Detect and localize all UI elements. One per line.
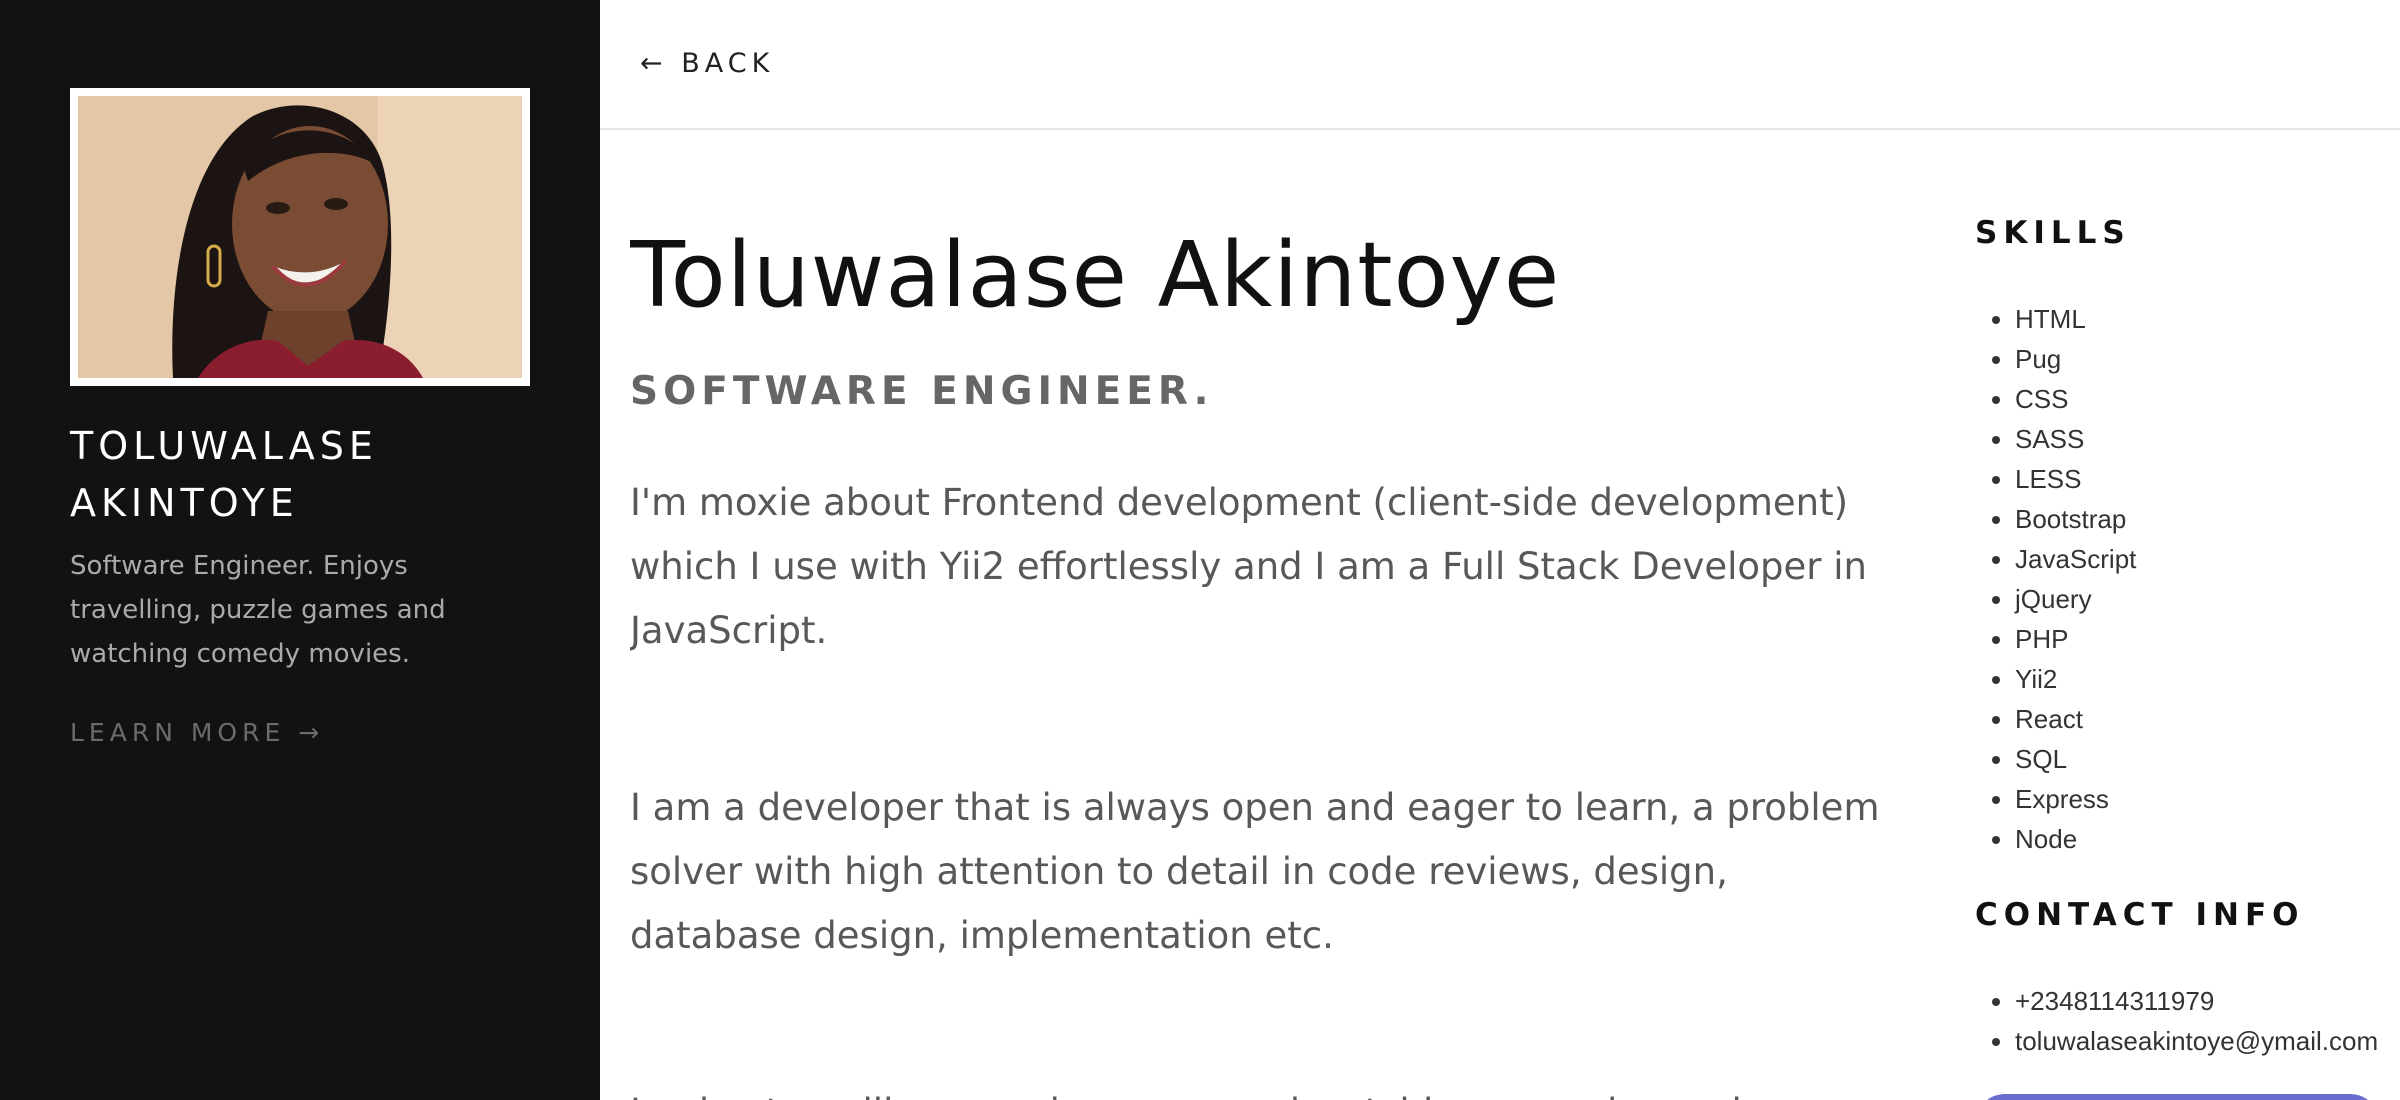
skill-item: Node bbox=[2015, 819, 2136, 859]
skill-item: PHP bbox=[2015, 619, 2136, 659]
avatar-frame bbox=[70, 88, 530, 386]
skill-item: Bootstrap bbox=[2015, 499, 2136, 539]
contact-heading: CONTACT INFO bbox=[1975, 897, 2305, 933]
learn-more-link[interactable]: LEARN MORE → bbox=[70, 718, 324, 747]
back-link[interactable]: ← BACK bbox=[640, 48, 774, 79]
about-paragraph: I am a developer that is always open and… bbox=[630, 786, 1880, 957]
skills-heading: SKILLS bbox=[1975, 215, 2131, 251]
sidebar-name: TOLUWALASE AKINTOYE bbox=[70, 418, 550, 532]
skill-item: Yii2 bbox=[2015, 659, 2136, 699]
skill-item: SQL bbox=[2015, 739, 2136, 779]
contact-email: toluwalaseakintoye@ymail.com bbox=[2015, 1021, 2378, 1061]
sidebar-name-line1: TOLUWALASE bbox=[70, 424, 378, 468]
skill-item: SASS bbox=[2015, 419, 2136, 459]
hobbies-paragraph: I enjoy travelling, puzzle games and wat… bbox=[630, 1081, 1905, 1100]
skill-item: Express bbox=[2015, 779, 2136, 819]
skill-item: Pug bbox=[2015, 339, 2136, 379]
skills-list: HTML Pug CSS SASS LESS Bootstrap JavaScr… bbox=[1975, 299, 2136, 859]
job-title: SOFTWARE ENGINEER. bbox=[630, 369, 1214, 414]
contact-phone: +2348114311979 bbox=[2015, 981, 2378, 1021]
skill-item: jQuery bbox=[2015, 579, 2136, 619]
sidebar-name-line2: AKINTOYE bbox=[70, 481, 299, 525]
details-column: SKILLS HTML Pug CSS SASS LESS Bootstrap … bbox=[1975, 131, 2400, 1100]
top-bar: ← BACK bbox=[600, 0, 2400, 130]
page-title: Toluwalase Akintoye bbox=[630, 223, 1561, 328]
intro-paragraph: I'm moxie about Frontend development (cl… bbox=[630, 481, 1867, 652]
skill-item: CSS bbox=[2015, 379, 2136, 419]
contact-button[interactable] bbox=[1975, 1094, 2380, 1100]
skill-item: HTML bbox=[2015, 299, 2136, 339]
contact-list: +2348114311979 toluwalaseakintoye@ymail.… bbox=[1975, 981, 2378, 1061]
skill-item: LESS bbox=[2015, 459, 2136, 499]
profile-sidebar: TOLUWALASE AKINTOYE Software Engineer. E… bbox=[0, 0, 600, 1100]
main-content: Toluwalase Akintoye SOFTWARE ENGINEER. I… bbox=[630, 131, 1920, 1100]
skill-item: React bbox=[2015, 699, 2136, 739]
avatar bbox=[78, 96, 522, 378]
skill-item: JavaScript bbox=[2015, 539, 2136, 579]
sidebar-bio: Software Engineer. Enjoys travelling, pu… bbox=[70, 551, 446, 669]
